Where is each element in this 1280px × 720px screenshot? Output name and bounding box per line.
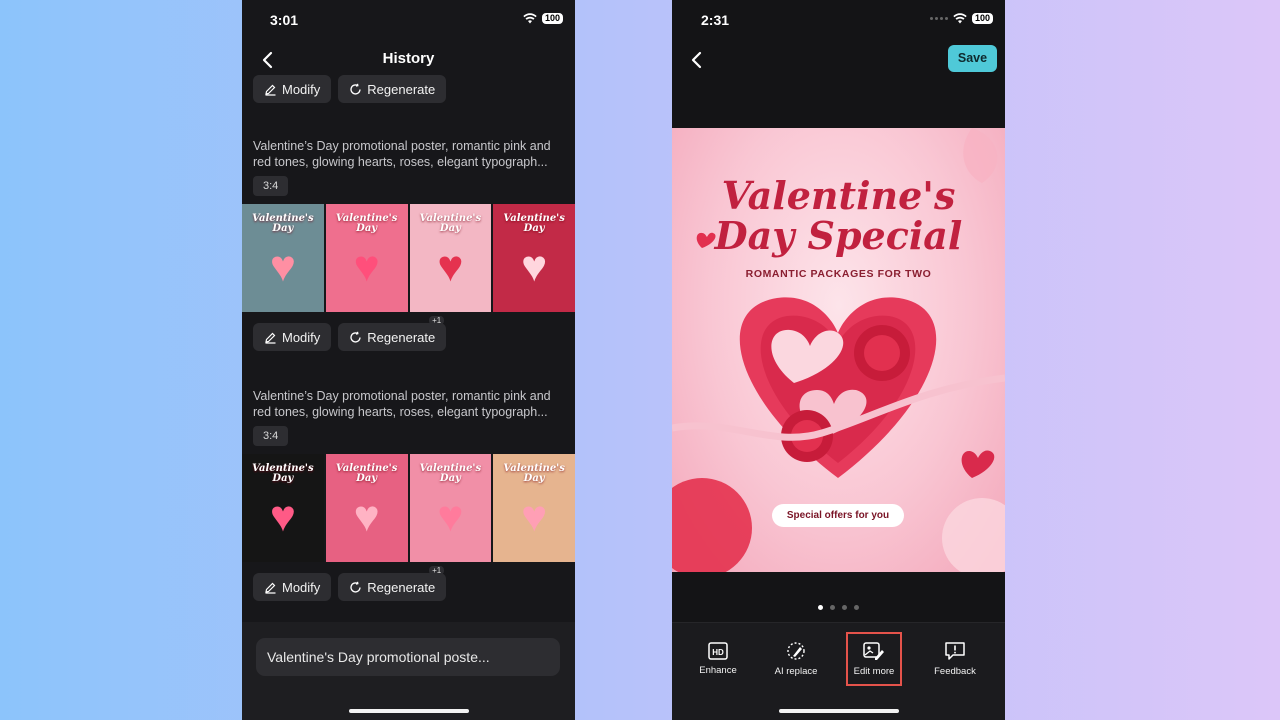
save-button[interactable]: Save	[948, 45, 997, 72]
thumbnail-title: Valentine's Day	[419, 213, 482, 234]
svg-text:HD: HD	[712, 648, 724, 657]
heart-icon: ♥	[521, 491, 548, 541]
regenerate-label: Regenerate	[367, 81, 436, 97]
action-row: Modify Regenerate +1	[253, 566, 447, 601]
regenerate-button[interactable]: Regenerate +1	[338, 566, 447, 601]
heart-icon: ♥	[437, 241, 464, 291]
home-indicator	[348, 709, 469, 713]
modify-label: Modify	[282, 329, 321, 345]
regenerate-label: Regenerate	[367, 579, 436, 595]
signal-icon	[929, 17, 948, 20]
thumbnail[interactable]: Valentine's Day ♥	[493, 454, 575, 562]
modify-button[interactable]: Modify	[253, 573, 332, 601]
refresh-icon	[349, 581, 362, 594]
thumbnail-title: Valentine's Day	[335, 213, 398, 234]
back-icon[interactable]	[685, 48, 709, 72]
result-screen: 2:31 100 Save Valentine's Day Special RO…	[672, 0, 1005, 720]
thumbnail-title: Valentine's Day	[335, 463, 398, 484]
refresh-icon	[349, 83, 362, 96]
edit-more-button[interactable]: Edit more	[846, 632, 902, 686]
battery-indicator: 100	[971, 13, 993, 24]
thumbnail[interactable]: Valentine's Day ♥	[325, 454, 408, 562]
wifi-icon	[953, 13, 967, 24]
heart-icon: ♥	[269, 491, 296, 541]
thumbnail-row: Valentine's Day ♥ Valentine's Day ♥ Valent…	[242, 454, 575, 562]
ratio-badge: 3:4	[253, 176, 289, 196]
action-row-top: Modify Regenerate	[253, 75, 447, 103]
status-icons: 100	[929, 13, 993, 24]
regenerate-button[interactable]: Regenerate	[338, 75, 447, 103]
thumbnail-row: Valentine's Day ♥ Valentine's Day ♥ Valent…	[242, 204, 575, 312]
refresh-icon	[349, 331, 362, 344]
ai-replace-button[interactable]: AI replace	[768, 632, 824, 686]
status-time: 2:31	[701, 12, 730, 28]
prompt-input[interactable]: Valentine's Day promotional poste...	[256, 638, 560, 676]
status-icons: 100	[523, 13, 563, 24]
generated-poster-image[interactable]: Valentine's Day Special ROMANTIC PACKAGE…	[672, 128, 1005, 572]
battery-indicator: 100	[541, 13, 563, 24]
thumbnail[interactable]: Valentine's Day ♥	[325, 204, 408, 312]
pencil-icon	[264, 581, 277, 594]
thumbnail-title: Valentine's Day	[252, 463, 314, 484]
prompt-text: Valentine’s Day promotional poster, roma…	[253, 139, 551, 169]
thumbnail[interactable]: Valentine's Day ♥	[493, 204, 575, 312]
heart-icon: ♥	[521, 241, 548, 291]
history-screen: 3:01 100 History Modify Regenerate Valen…	[242, 0, 575, 720]
poster-title-line2: Day Special	[714, 213, 963, 258]
prompt-input-area: Valentine's Day promotional poste...	[242, 622, 575, 720]
carousel-page-indicator[interactable]	[672, 605, 1005, 610]
edit-image-icon	[863, 641, 885, 661]
regenerate-count-badge: +1	[429, 316, 445, 325]
poster-title-line1: Valentine's	[721, 173, 956, 218]
regenerate-button[interactable]: Regenerate +1	[338, 316, 447, 351]
thumbnail-title: Valentine's Day	[503, 463, 565, 484]
ai-replace-icon	[785, 641, 807, 661]
thumbnail[interactable]: Valentine's Day ♥	[242, 454, 324, 562]
poster-offer-badge: Special offers for you	[772, 504, 904, 527]
thumbnail-title: Valentine's Day	[252, 213, 314, 234]
thumbnail[interactable]: Valentine's Day ♥	[242, 204, 324, 312]
wifi-icon	[523, 13, 537, 24]
heart-icon: ♥	[269, 241, 296, 291]
page-dot	[842, 605, 847, 610]
page-title: History	[382, 50, 435, 67]
bottom-toolbar: HD Enhance AI replace Edit more Feedback	[672, 622, 1005, 720]
poster-subtitle: ROMANTIC PACKAGES FOR TWO	[745, 268, 932, 280]
ai-replace-label: AI replace	[774, 666, 818, 677]
ratio-badge: 3:4	[253, 426, 289, 446]
thumbnail[interactable]: Valentine's Day ♥	[409, 454, 492, 562]
thumbnail-title: Valentine's Day	[419, 463, 482, 484]
heart-icon: ♥	[353, 241, 380, 291]
regenerate-label: Regenerate	[367, 329, 436, 345]
feedback-label: Feedback	[934, 666, 976, 677]
hd-icon: HD	[708, 642, 728, 660]
enhance-button[interactable]: HD Enhance	[690, 632, 746, 686]
modify-label: Modify	[282, 81, 321, 97]
heart-icon: ♥	[353, 491, 380, 541]
thumbnail[interactable]: Valentine's Day ♥	[409, 204, 492, 312]
feedback-button[interactable]: Feedback	[927, 632, 983, 686]
modify-label: Modify	[282, 579, 321, 595]
status-time: 3:01	[270, 12, 299, 28]
heart-icon: ♥	[437, 491, 464, 541]
feedback-icon	[944, 641, 966, 661]
modify-button[interactable]: Modify	[253, 323, 332, 351]
prompt-text: Valentine’s Day promotional poster, roma…	[253, 389, 551, 419]
poster-title: Valentine's Day Special	[672, 176, 1005, 256]
pencil-icon	[264, 331, 277, 344]
modify-button[interactable]: Modify	[253, 75, 332, 103]
page-dot	[830, 605, 835, 610]
enhance-label: Enhance	[699, 665, 737, 676]
regenerate-count-badge: +1	[429, 566, 445, 575]
pencil-icon	[264, 83, 277, 96]
page-dot-active	[818, 605, 823, 610]
thumbnail-title: Valentine's Day	[503, 213, 565, 234]
home-indicator	[778, 709, 899, 713]
action-row: Modify Regenerate +1	[253, 316, 447, 351]
page-dot	[854, 605, 859, 610]
edit-more-label: Edit more	[853, 666, 895, 677]
